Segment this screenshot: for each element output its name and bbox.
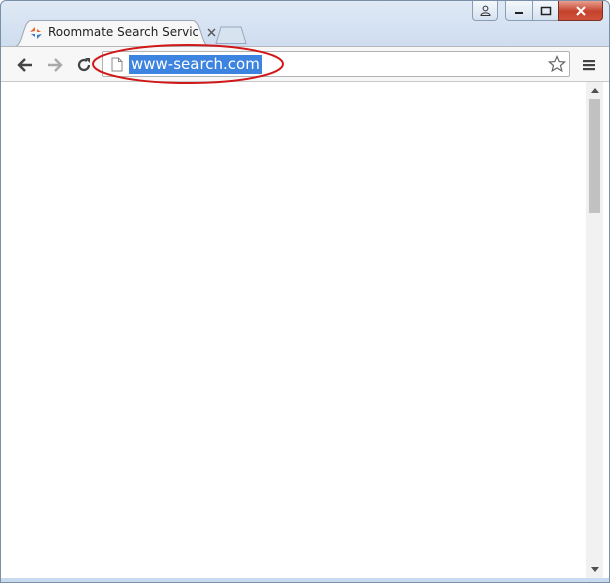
window-bottom-border (1, 578, 609, 582)
forward-button[interactable] (43, 53, 67, 77)
browser-window: Roommate Search Service www-search.com (0, 0, 610, 583)
star-icon (548, 55, 566, 73)
close-button[interactable] (558, 1, 603, 21)
hamburger-menu-icon (583, 60, 595, 71)
tab-title: Roommate Search Service (48, 25, 198, 39)
back-arrow-icon (17, 58, 32, 72)
close-icon (575, 5, 586, 16)
page-content (1, 82, 609, 582)
window-controls (505, 1, 603, 21)
scrollbar-thumb[interactable] (589, 99, 600, 213)
vertical-scrollbar[interactable] (586, 82, 603, 578)
maximize-button[interactable] (532, 1, 558, 21)
back-button[interactable] (13, 53, 37, 77)
user-icon (479, 5, 491, 16)
scroll-down-button[interactable] (586, 561, 603, 578)
tab-favicon-icon (30, 27, 42, 39)
maximize-icon (540, 6, 551, 15)
minimize-icon (515, 11, 523, 14)
bookmark-button[interactable] (547, 54, 567, 74)
scroll-down-arrow-icon (590, 567, 599, 572)
scroll-up-button[interactable] (586, 82, 603, 99)
scroll-up-arrow-icon (590, 88, 599, 93)
red-highlight-ellipse (92, 44, 284, 84)
profile-button[interactable] (472, 1, 498, 21)
forward-arrow-icon (48, 58, 63, 72)
chrome-menu-button[interactable] (577, 53, 601, 77)
minimize-button[interactable] (505, 1, 532, 21)
